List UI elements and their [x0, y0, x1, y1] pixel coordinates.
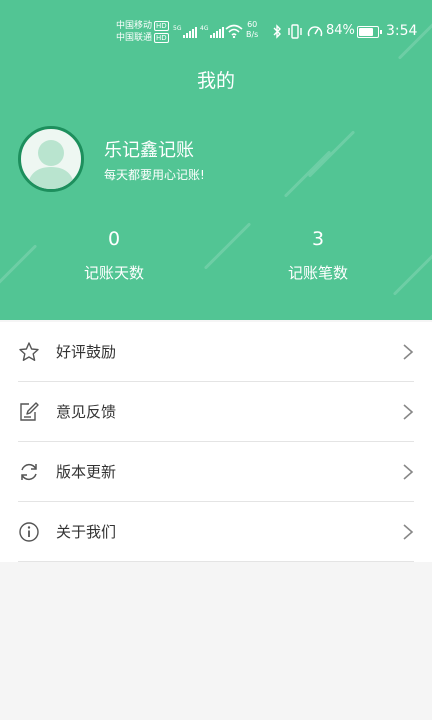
- network-tag: 4G: [200, 25, 209, 32]
- wifi-icon: [225, 24, 243, 38]
- hd-badge: HD: [154, 32, 169, 43]
- status-bar: 中国移动 HD 中国联通 HD 5G 4G 60 B/s 84% 3:54: [0, 18, 432, 48]
- avatar[interactable]: [18, 126, 84, 192]
- carrier-info: 中国移动 HD 中国联通 HD: [116, 20, 169, 44]
- slogan: 每天都要用心记账!: [104, 168, 205, 182]
- app-name: 乐记鑫记账: [104, 140, 194, 161]
- carrier-name: 中国移动: [116, 21, 153, 31]
- stat-value: 3: [311, 228, 325, 250]
- vibrate-icon: [288, 24, 302, 39]
- battery-icon: [357, 26, 382, 38]
- network-tag: 5G: [173, 25, 182, 32]
- menu-item-feedback[interactable]: 意见反馈: [0, 382, 432, 442]
- bluetooth-icon: [273, 24, 281, 39]
- settings-menu: 好评鼓励 意见反馈 版本更新 关于我们: [0, 322, 432, 562]
- stat-label: 记账笔数: [287, 264, 348, 282]
- refresh-icon: [21, 463, 37, 481]
- menu-item-label: 意见反馈: [56, 403, 117, 421]
- feedback-icon: [20, 402, 39, 421]
- decorative-streak: [283, 150, 332, 198]
- profile-header: 中国移动 HD 中国联通 HD 5G 4G 60 B/s 84% 3:54 我的…: [0, 0, 432, 320]
- speedometer-icon: [307, 26, 323, 37]
- signal-strength-icon: 5G: [173, 25, 198, 38]
- chevron-right-icon: [403, 464, 414, 480]
- battery-level: [359, 28, 374, 36]
- menu-item-about[interactable]: 关于我们: [0, 502, 432, 562]
- page-title: 我的: [196, 70, 235, 92]
- signal-strength-icon: 4G: [200, 25, 225, 38]
- star-icon: [19, 342, 39, 361]
- info-icon: [19, 522, 39, 542]
- user-avatar-icon: [27, 140, 75, 189]
- stat-record-days: 0 记账天数: [24, 228, 204, 283]
- chevron-right-icon: [403, 524, 414, 540]
- menu-item-update[interactable]: 版本更新: [0, 442, 432, 502]
- net-speed: 60 B/s: [246, 20, 258, 40]
- stat-record-count: 3 记账笔数: [228, 228, 408, 283]
- menu-item-label: 好评鼓励: [56, 343, 117, 361]
- net-speed-unit: B/s: [246, 30, 259, 39]
- battery-percent: 84%: [326, 23, 355, 38]
- hd-badge: HD: [154, 20, 169, 31]
- net-speed-value: 60: [247, 20, 258, 29]
- chevron-right-icon: [403, 404, 414, 420]
- menu-item-label: 关于我们: [56, 523, 117, 541]
- carrier-name: 中国联通: [116, 33, 153, 43]
- divider: [18, 561, 414, 562]
- menu-item-rate[interactable]: 好评鼓励: [0, 322, 432, 382]
- status-time: 3:54: [386, 23, 418, 39]
- stat-value: 0: [107, 228, 121, 250]
- stat-label: 记账天数: [83, 264, 144, 282]
- decorative-streak: [307, 130, 356, 178]
- chevron-right-icon: [403, 344, 414, 360]
- menu-item-label: 版本更新: [56, 463, 117, 481]
